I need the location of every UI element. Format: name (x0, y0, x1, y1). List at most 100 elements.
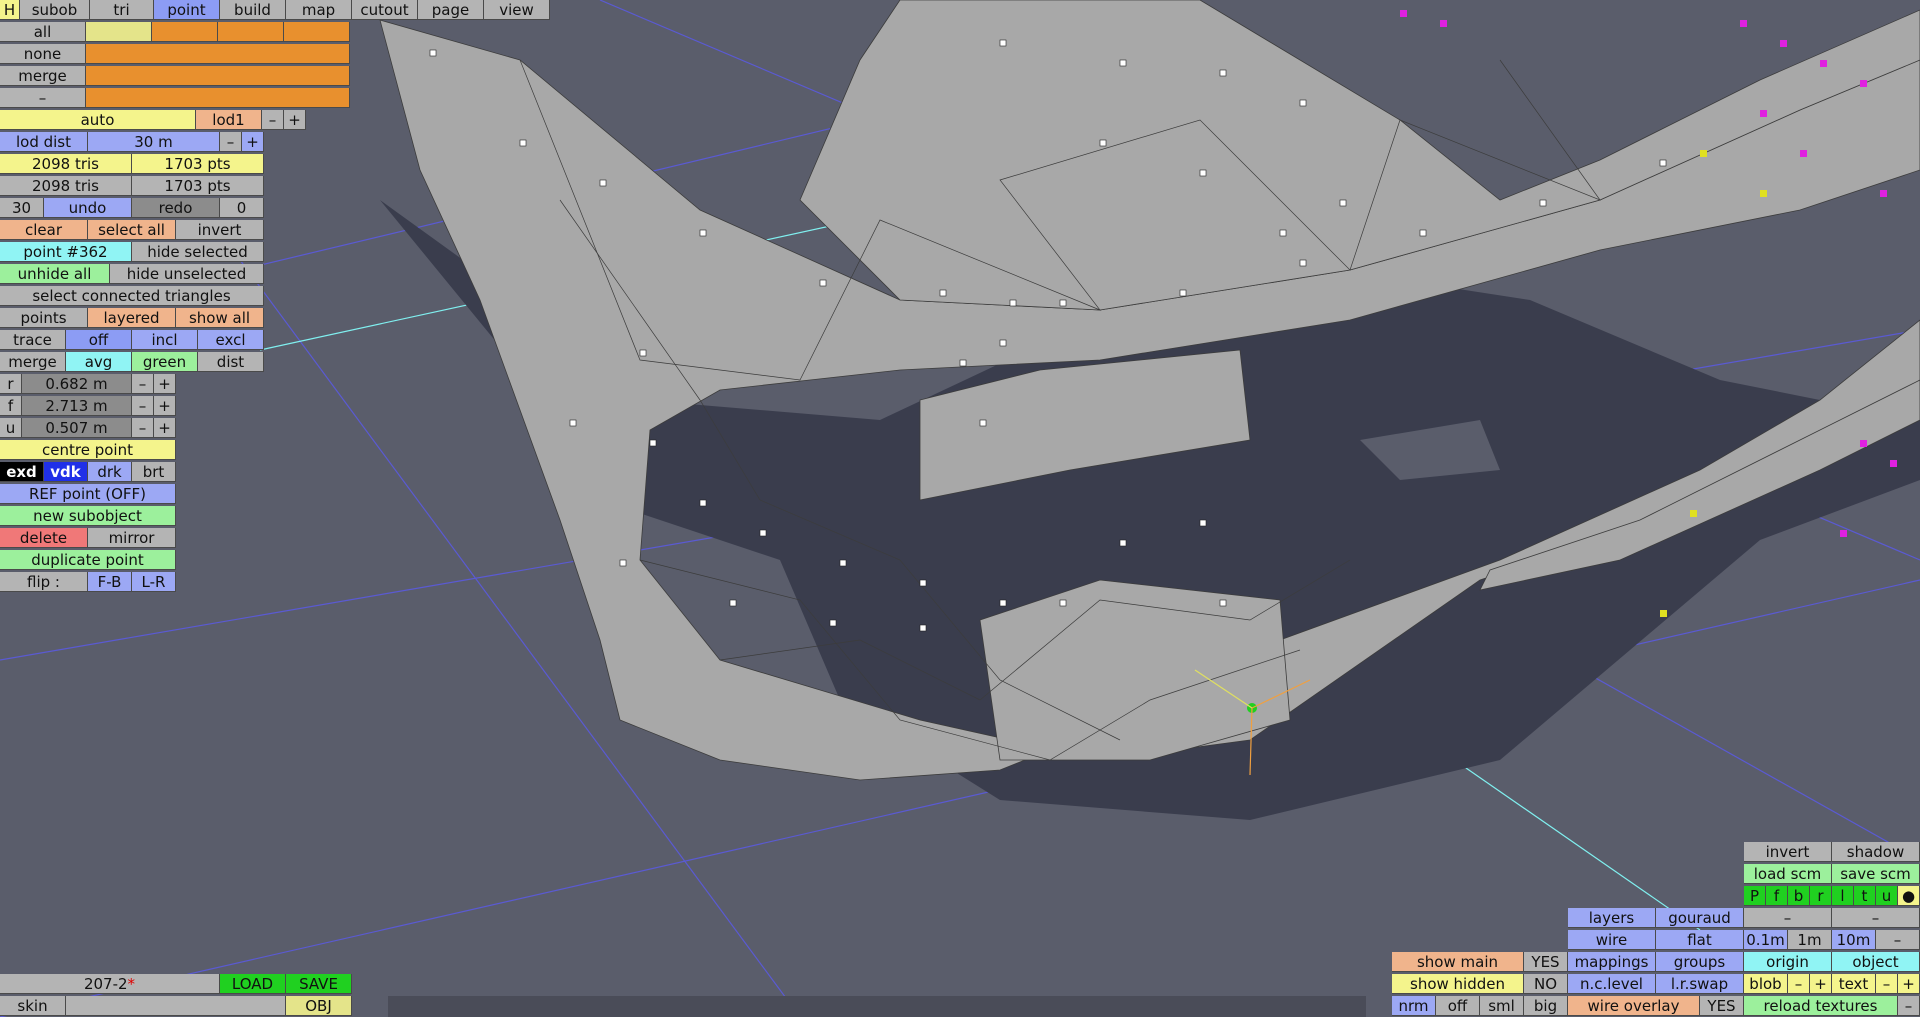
mirror-button[interactable]: mirror (88, 528, 176, 548)
text-plus[interactable]: + (1898, 974, 1920, 994)
hide-unselected-button[interactable]: hide unselected (110, 264, 264, 284)
save-button[interactable]: SAVE (286, 974, 352, 994)
load-scm-button[interactable]: load scm (1744, 864, 1832, 884)
render-exd-button[interactable]: exd (0, 462, 44, 482)
hide-selected-button[interactable]: hide selected (132, 242, 264, 262)
nrm-button[interactable]: nrm (1392, 996, 1436, 1016)
flip-lr-button[interactable]: L-R (132, 572, 176, 592)
show-main-value[interactable]: YES (1524, 952, 1568, 972)
render-vdk-button[interactable]: vdk (44, 462, 88, 482)
tab-map[interactable]: map (286, 0, 352, 20)
show-hidden-button[interactable]: show hidden (1392, 974, 1524, 994)
toggle-u[interactable]: u (1876, 886, 1898, 906)
save-scm-button[interactable]: save scm (1832, 864, 1920, 884)
toggle-dot[interactable]: ● (1898, 886, 1920, 906)
groups-button[interactable]: groups (1656, 952, 1744, 972)
wire-button[interactable]: wire (1568, 930, 1656, 950)
swatch[interactable] (86, 88, 350, 108)
undo-button[interactable]: undo (44, 198, 132, 218)
axis-u-minus[interactable]: – (132, 418, 154, 438)
origin-button[interactable]: origin (1744, 952, 1832, 972)
wire-overlay-value[interactable]: YES (1700, 996, 1744, 1016)
blob-button[interactable]: blob (1744, 974, 1788, 994)
render-drk-button[interactable]: drk (88, 462, 132, 482)
flat-button[interactable]: flat (1656, 930, 1744, 950)
axis-f-plus[interactable]: + (154, 396, 176, 416)
lod1-button[interactable]: lod1 (196, 110, 262, 130)
redo-button[interactable]: redo (132, 198, 220, 218)
swatch[interactable] (86, 22, 152, 42)
clear-button[interactable]: clear (0, 220, 88, 240)
step-minus[interactable]: – (1876, 930, 1920, 950)
shadow-button[interactable]: shadow (1832, 842, 1920, 862)
merge-dist-button[interactable]: dist (198, 352, 264, 372)
horizontal-scrollbar[interactable] (388, 996, 1366, 1017)
lod-dist-plus[interactable]: + (242, 132, 264, 152)
axis-r-plus[interactable]: + (154, 374, 176, 394)
lod-minus-button[interactable]: – (262, 110, 284, 130)
toggle-b[interactable]: b (1788, 886, 1810, 906)
tab-tri[interactable]: tri (90, 0, 154, 20)
nc-level-button[interactable]: n.c.level (1568, 974, 1656, 994)
lod-dist-minus[interactable]: – (220, 132, 242, 152)
step-0-1m[interactable]: 0.1m (1744, 930, 1788, 950)
blob-minus[interactable]: – (1788, 974, 1810, 994)
lr-swap-button[interactable]: l.r.swap (1656, 974, 1744, 994)
toggle-r[interactable]: r (1810, 886, 1832, 906)
load-button[interactable]: LOAD (220, 974, 286, 994)
mappings-button[interactable]: mappings (1568, 952, 1656, 972)
reload-textures-button[interactable]: reload textures (1744, 996, 1898, 1016)
show-main-button[interactable]: show main (1392, 952, 1524, 972)
flip-fb-button[interactable]: F-B (88, 572, 132, 592)
unhide-all-button[interactable]: unhide all (0, 264, 110, 284)
trace-off-button[interactable]: off (66, 330, 132, 350)
select-all-button[interactable]: all (0, 22, 86, 42)
swatch[interactable] (218, 22, 284, 42)
tab-home[interactable]: H (0, 0, 20, 20)
trace-incl-button[interactable]: incl (132, 330, 198, 350)
dash-right[interactable]: – (1832, 908, 1920, 928)
tab-subob[interactable]: subob (20, 0, 90, 20)
swatch[interactable] (152, 22, 218, 42)
axis-f-value[interactable]: 2.713 m (22, 396, 132, 416)
new-subobject-button[interactable]: new subobject (0, 506, 176, 526)
merge-avg-button[interactable]: avg (66, 352, 132, 372)
axis-f-minus[interactable]: – (132, 396, 154, 416)
skin-field[interactable] (66, 996, 286, 1016)
tab-point[interactable]: point (154, 0, 220, 20)
duplicate-point-button[interactable]: duplicate point (0, 550, 176, 570)
swatch[interactable] (86, 66, 350, 86)
toggle-l[interactable]: l (1832, 886, 1854, 906)
obj-button[interactable]: OBJ (286, 996, 352, 1016)
axis-u-value[interactable]: 0.507 m (22, 418, 132, 438)
select-none-button[interactable]: none (0, 44, 86, 64)
off-button[interactable]: off (1436, 996, 1480, 1016)
wire-overlay-button[interactable]: wire overlay (1568, 996, 1700, 1016)
dash-left[interactable]: – (1744, 908, 1832, 928)
render-brt-button[interactable]: brt (132, 462, 176, 482)
show-hidden-value[interactable]: NO (1524, 974, 1568, 994)
axis-r-minus[interactable]: – (132, 374, 154, 394)
tab-build[interactable]: build (220, 0, 286, 20)
text-button[interactable]: text (1832, 974, 1876, 994)
delete-button[interactable]: delete (0, 528, 88, 548)
points-button[interactable]: points (0, 308, 88, 328)
big-button[interactable]: big (1524, 996, 1568, 1016)
centre-point-button[interactable]: centre point (0, 440, 176, 460)
select-all-points-button[interactable]: select all (88, 220, 176, 240)
minus-button[interactable]: – (0, 88, 86, 108)
step-10m[interactable]: 10m (1832, 930, 1876, 950)
3d-viewport[interactable] (0, 0, 1920, 1017)
layered-button[interactable]: layered (88, 308, 176, 328)
toggle-f[interactable]: f (1766, 886, 1788, 906)
reload-minus[interactable]: – (1898, 996, 1920, 1016)
invert-button[interactable]: invert (176, 220, 264, 240)
file-name[interactable]: 207-2* (0, 974, 220, 994)
merge-green-button[interactable]: green (132, 352, 198, 372)
trace-excl-button[interactable]: excl (198, 330, 264, 350)
axis-r-value[interactable]: 0.682 m (22, 374, 132, 394)
blob-plus[interactable]: + (1810, 974, 1832, 994)
invert-view-button[interactable]: invert (1744, 842, 1832, 862)
lod-auto-button[interactable]: auto (0, 110, 196, 130)
tab-cutout[interactable]: cutout (352, 0, 418, 20)
